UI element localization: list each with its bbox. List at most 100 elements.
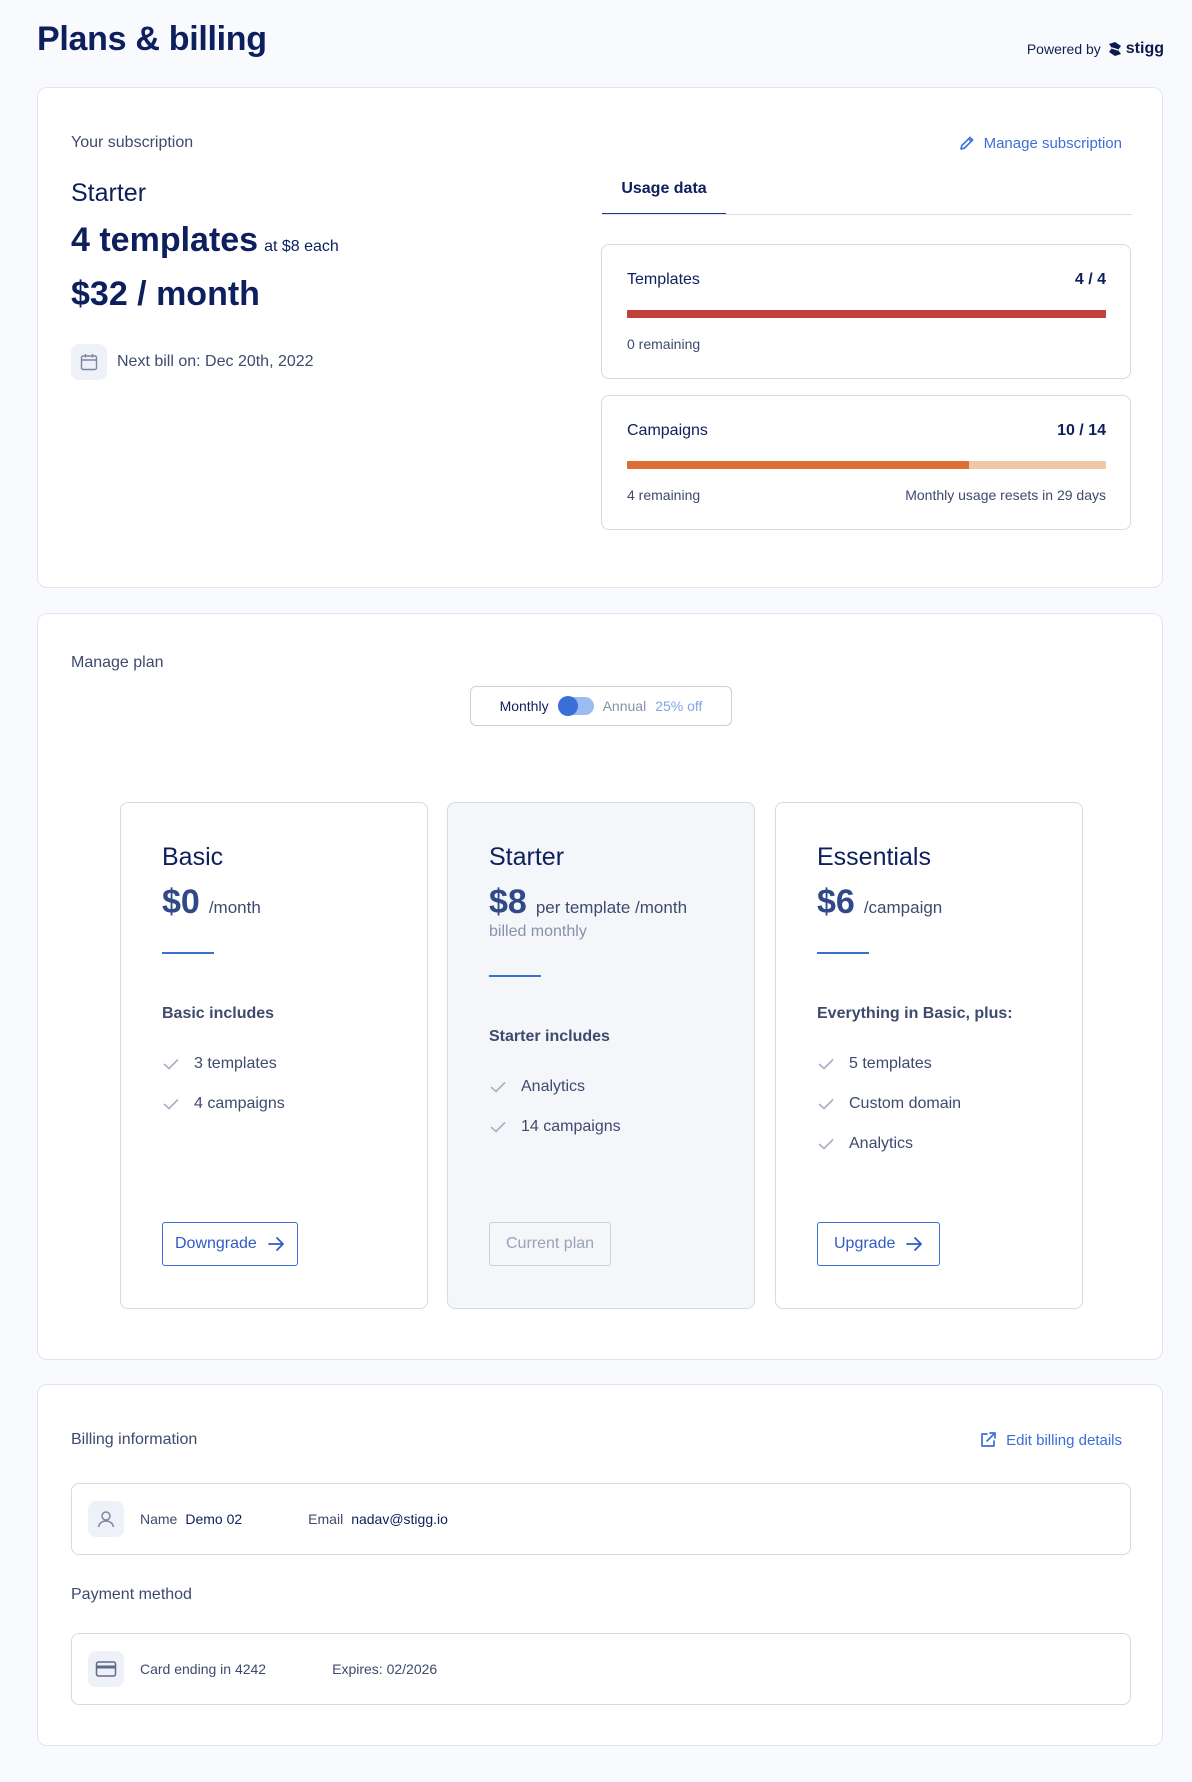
usage-remaining: 0 remaining	[627, 336, 701, 352]
downgrade-button[interactable]: Downgrade	[162, 1222, 298, 1266]
usage-progress-fill	[627, 461, 970, 469]
plan-divider	[817, 952, 869, 954]
plan-price: $0 /month	[162, 883, 261, 922]
card-expires: Expires: 02/2026	[332, 1661, 438, 1677]
check-icon	[817, 1137, 835, 1151]
plan-price-unit: /month	[208, 898, 261, 917]
check-icon	[489, 1120, 507, 1134]
usage-item-campaigns: Campaigns 10 / 14 4 remaining Monthly us…	[601, 395, 1131, 530]
plan-divider	[162, 952, 214, 954]
toggle-monthly-label[interactable]: Monthly	[500, 698, 549, 714]
usage-progress-fill	[627, 310, 1106, 318]
powered-by-label: Powered by	[1026, 41, 1101, 57]
card-ending: Card ending in 4242	[140, 1661, 267, 1677]
usage-progress-bar	[627, 461, 1106, 469]
plan-price: $6 /campaign	[817, 883, 942, 922]
plan-billing-note: billed monthly	[489, 923, 587, 940]
plan-feature: 3 templates	[162, 1044, 285, 1084]
plan-price-amount: $0	[162, 883, 200, 921]
calendar-icon	[71, 344, 107, 380]
next-bill: Next bill on: Dec 20th, 2022	[71, 344, 314, 380]
plan-feature-label: 4 campaigns	[194, 1095, 285, 1112]
plan-feature-label: 5 templates	[849, 1055, 932, 1072]
subscription-price: $32 / month	[71, 275, 260, 313]
plan-divider	[489, 975, 541, 977]
check-icon	[162, 1097, 180, 1111]
billing-period-switch[interactable]	[557, 696, 594, 716]
stigg-logo: stigg	[1107, 40, 1164, 58]
check-icon	[817, 1097, 835, 1111]
plan-card-essentials: Essentials $6 /campaign Everything in Ba…	[775, 802, 1083, 1309]
name-key: Name	[140, 1511, 178, 1527]
plan-price-unit: per template /month	[535, 898, 688, 917]
powered-by[interactable]: Powered by stigg	[1027, 40, 1164, 58]
user-icon	[88, 1501, 124, 1537]
usage-title: Campaigns	[627, 422, 708, 439]
plan-card-starter: Starter $8 per template /month billed mo…	[447, 802, 755, 1309]
plan-feature: 5 templates	[817, 1044, 961, 1084]
toggle-annual-label[interactable]: Annual	[603, 698, 647, 714]
credit-card-icon	[88, 1651, 124, 1687]
usage-reset-note: Monthly usage resets in 29 days	[905, 487, 1106, 503]
usage-title: Templates	[627, 271, 700, 288]
check-icon	[162, 1057, 180, 1071]
plan-card-basic: Basic $0 /month Basic includes 3 templat…	[120, 802, 428, 1309]
current-plan-name: Starter	[71, 179, 147, 207]
plan-feature-list: 5 templates Custom domain Analytics	[817, 1044, 961, 1164]
current-plan-button-label: Current plan	[506, 1235, 595, 1252]
manage-plan-section-label: Manage plan	[71, 654, 164, 671]
billing-section-label: Billing information	[71, 1431, 198, 1448]
usage-item-templates: Templates 4 / 4 0 remaining	[601, 244, 1131, 379]
edit-billing-details-link[interactable]: Edit billing details	[978, 1430, 1122, 1450]
check-icon	[817, 1057, 835, 1071]
billing-card: Billing information Edit billing details…	[37, 1384, 1163, 1746]
upgrade-button-label: Upgrade	[834, 1235, 896, 1252]
usage-remaining: 4 remaining	[627, 487, 701, 503]
quantity-line: 4 templates at $8 each	[71, 221, 339, 260]
external-link-icon	[981, 1432, 996, 1447]
quantity-suffix: at $8 each	[264, 238, 339, 255]
email-value: nadav@stigg.io	[351, 1511, 448, 1527]
plan-includes-title: Starter includes	[489, 1028, 610, 1045]
plan-includes-title: Everything in Basic, plus:	[817, 1005, 1013, 1022]
plan-price-amount: $8	[489, 883, 527, 921]
current-plan-button[interactable]: Current plan	[489, 1222, 612, 1266]
plan-feature: 4 campaigns	[162, 1084, 285, 1124]
billing-period-toggle: Monthly Annual 25% off	[470, 686, 732, 726]
stigg-logo-icon	[1108, 42, 1121, 56]
manage-plan-card: Manage plan Monthly Annual 25% off Basic…	[37, 613, 1163, 1360]
usage-value: 10 / 14	[1057, 422, 1106, 439]
switch-knob	[557, 696, 578, 716]
downgrade-button-label: Downgrade	[175, 1235, 257, 1252]
plan-price: $8 per template /month	[489, 883, 687, 922]
plan-feature-list: Analytics 14 campaigns	[489, 1067, 621, 1147]
edit-billing-details-label: Edit billing details	[1006, 1431, 1122, 1449]
payment-method-row: Card ending in 4242 Expires: 02/2026	[71, 1633, 1131, 1705]
stigg-brand-text: stigg	[1125, 40, 1164, 57]
plan-feature-label: Custom domain	[849, 1095, 962, 1112]
plan-feature-list: 3 templates 4 campaigns	[162, 1044, 285, 1124]
plan-name: Basic	[162, 843, 224, 871]
tab-usage-data[interactable]: Usage data	[602, 178, 726, 215]
plan-feature-label: Analytics	[521, 1078, 586, 1095]
page-title: Plans & billing	[37, 20, 267, 58]
pencil-icon	[959, 136, 973, 150]
usage-progress-bar	[627, 310, 1106, 318]
manage-subscription-label: Manage subscription	[983, 134, 1122, 152]
plan-feature: Analytics	[489, 1067, 621, 1107]
arrow-right-icon	[906, 1237, 923, 1251]
plan-feature: Analytics	[817, 1124, 961, 1164]
plan-feature: 14 campaigns	[489, 1107, 621, 1147]
plan-feature-label: Analytics	[849, 1135, 914, 1152]
upgrade-button[interactable]: Upgrade	[817, 1222, 941, 1266]
plan-feature: Custom domain	[817, 1084, 961, 1124]
check-icon	[489, 1080, 507, 1094]
plan-name: Starter	[489, 843, 565, 871]
arrow-right-icon	[267, 1237, 284, 1251]
email-key: Email	[308, 1511, 344, 1527]
plan-name: Essentials	[817, 843, 931, 871]
manage-subscription-link[interactable]: Manage subscription	[958, 134, 1122, 152]
subscription-section-label: Your subscription	[71, 134, 194, 151]
plan-feature-label: 3 templates	[194, 1055, 277, 1072]
payment-method-label: Payment method	[71, 1586, 192, 1603]
